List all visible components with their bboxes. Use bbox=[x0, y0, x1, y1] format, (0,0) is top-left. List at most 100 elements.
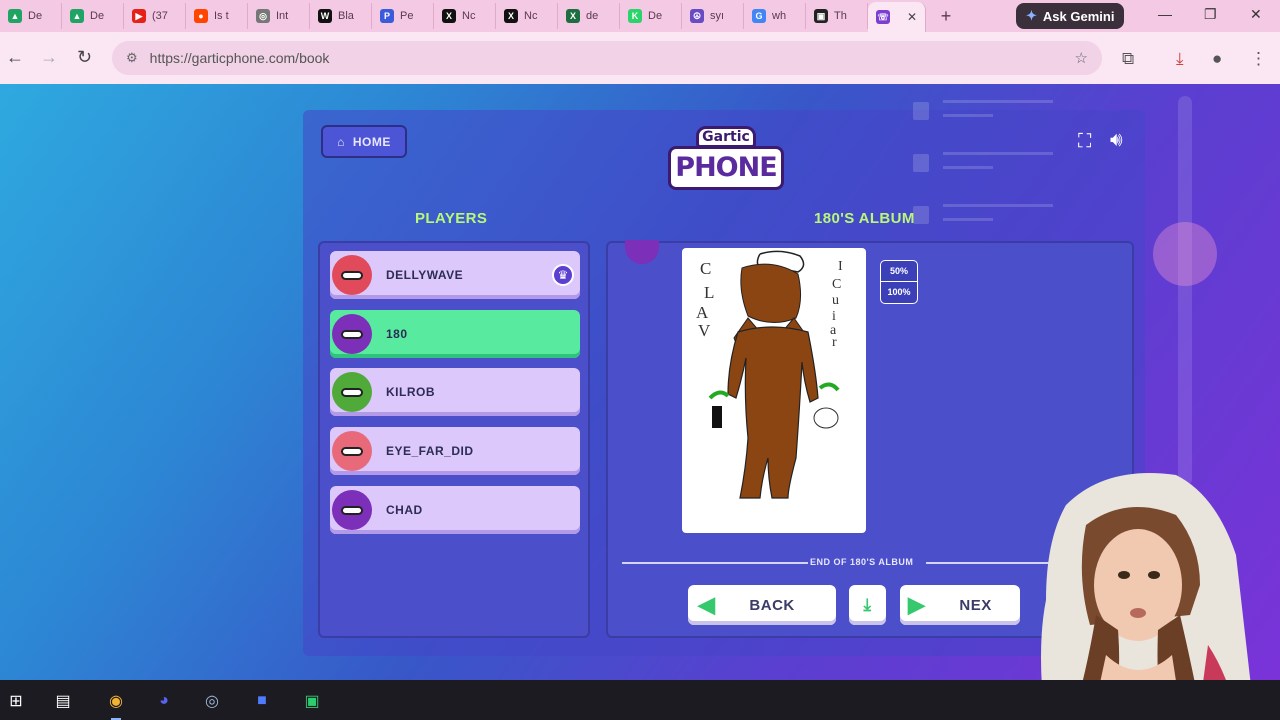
browser-tab[interactable]: ● Is t bbox=[186, 3, 248, 29]
google-drive-icon: ▲ bbox=[70, 9, 84, 23]
browser-tab[interactable]: ☏ ✕ bbox=[868, 2, 926, 32]
player-avatar bbox=[332, 431, 372, 471]
profile-avatar-icon[interactable]: ● bbox=[1212, 49, 1222, 69]
bookmark-star-icon[interactable]: ☆ bbox=[1075, 49, 1088, 67]
drawing-letters-right: I C u i a r bbox=[830, 259, 843, 350]
discord-taskbar-icon[interactable]: ◕ bbox=[151, 688, 177, 714]
gemini-sparkle-icon: ✦ bbox=[1026, 8, 1037, 23]
browser-tab[interactable]: ▣ Th bbox=[806, 3, 868, 29]
player-name: DELLYWAVE bbox=[386, 268, 464, 282]
close-tab-icon[interactable]: ✕ bbox=[907, 10, 917, 24]
site-info-icon[interactable]: ⚙ bbox=[126, 50, 138, 66]
browser-tab[interactable]: ◎ Int bbox=[248, 3, 310, 29]
home-button[interactable]: ⌂ HOME bbox=[321, 125, 407, 158]
arrow-right-icon: ▶ bbox=[908, 592, 926, 617]
menu-dots-icon[interactable]: ⋮ bbox=[1250, 49, 1267, 69]
player-row[interactable]: KILROB bbox=[330, 368, 580, 416]
browser-tab[interactable]: Gwh bbox=[744, 3, 806, 29]
avatar-eyes bbox=[341, 329, 363, 339]
browser-tab-label: wh bbox=[772, 10, 787, 22]
browser-tab-label: Nc bbox=[462, 10, 476, 22]
browser-tab-label: Pe bbox=[400, 10, 414, 22]
logo-top-text: Gartic bbox=[696, 126, 756, 148]
end-of-album-text: END OF 180'S ALBUM bbox=[810, 557, 914, 567]
chrome-taskbar-icon[interactable]: ◉ bbox=[103, 688, 129, 720]
ghost-circle bbox=[1153, 222, 1217, 286]
divider-left bbox=[622, 562, 808, 564]
windows-start-icon[interactable]: ⊞ bbox=[3, 688, 29, 714]
zoom-option-50[interactable]: 50% bbox=[881, 261, 917, 282]
drawing-letter: V bbox=[698, 321, 711, 340]
browser-tab[interactable]: K De bbox=[620, 3, 682, 29]
wix-icon: W bbox=[318, 9, 332, 23]
drawing-letter: C bbox=[700, 259, 711, 278]
excel-icon: X bbox=[566, 9, 580, 23]
player-name: 180 bbox=[386, 327, 408, 341]
players-heading: PLAYERS bbox=[415, 210, 488, 227]
browser-tab-label: Bla bbox=[338, 10, 354, 22]
fullscreen-icon[interactable]: ⛶ bbox=[1078, 131, 1100, 153]
player-name: EYE_FAR_DID bbox=[386, 444, 474, 458]
back-button[interactable]: ◀ BACK bbox=[688, 585, 836, 625]
url-field[interactable]: ⚙ https://garticphone.com/book ☆ bbox=[112, 41, 1102, 75]
google-drive-icon: ▲ bbox=[8, 9, 22, 23]
drawing-letter: I bbox=[838, 259, 843, 274]
browser-tab[interactable]: Xde bbox=[558, 3, 620, 29]
download-icon[interactable]: ⤓ bbox=[1176, 49, 1184, 69]
browser-tab-label: De bbox=[648, 10, 663, 22]
avatar-eyes bbox=[341, 387, 363, 397]
zoom-selector[interactable]: 50% 100% bbox=[880, 260, 918, 304]
reload-icon[interactable]: ↻ bbox=[77, 47, 92, 68]
forward-arrow-icon[interactable]: → bbox=[40, 47, 58, 68]
zoom-option-100[interactable]: 100% bbox=[881, 282, 917, 303]
pdf-icon: P bbox=[380, 9, 394, 23]
volume-icon[interactable]: 🔊︎ bbox=[1110, 129, 1123, 152]
browser-tab[interactable]: ▶ (37 bbox=[124, 3, 186, 29]
steam-taskbar-icon[interactable]: ◎ bbox=[199, 688, 225, 714]
player-name: KILROB bbox=[386, 385, 435, 399]
player-row[interactable]: DELLYWAVE ♛ bbox=[330, 251, 580, 299]
new-tab-button[interactable]: + bbox=[932, 6, 960, 27]
ask-gemini-button[interactable]: ✦ Ask Gemini bbox=[1016, 3, 1125, 29]
player-row[interactable]: 180 bbox=[330, 310, 580, 358]
back-label: BACK bbox=[749, 596, 795, 614]
gartic-phone-logo: Gartic PHONE bbox=[668, 124, 784, 198]
k-icon: K bbox=[628, 9, 642, 23]
restore-icon[interactable]: ❐ bbox=[1204, 6, 1217, 23]
drawing-canvas: C L A V I C u i a r bbox=[696, 250, 843, 499]
download-album-button[interactable]: ⤓ bbox=[849, 585, 886, 625]
garticphone-icon: ☏ bbox=[876, 10, 890, 24]
download-album-icon: ⤓ bbox=[863, 595, 872, 614]
player-avatar bbox=[332, 314, 372, 354]
address-bar: ← → ↻ ⚙ https://garticphone.com/book ☆ ⧉… bbox=[0, 32, 1280, 84]
back-arrow-icon[interactable]: ← bbox=[6, 47, 24, 68]
browser-tab[interactable]: X Nc bbox=[496, 3, 558, 29]
extensions-icon[interactable]: ⧉ bbox=[1122, 49, 1134, 69]
google-icon: G bbox=[752, 9, 766, 23]
browser-tab-label: De bbox=[28, 10, 43, 22]
drawing-letter: u bbox=[832, 293, 839, 308]
browser-tab[interactable]: P Pe bbox=[372, 3, 434, 29]
browser-tab[interactable]: ▲ De bbox=[62, 3, 124, 29]
home-icon: ⌂ bbox=[337, 134, 345, 149]
obs-taskbar-icon[interactable]: ▣ bbox=[299, 688, 325, 714]
youtube-icon: ▶ bbox=[132, 9, 146, 23]
browser-tab-label: de bbox=[586, 10, 599, 22]
browser-tab[interactable]: ☮ syı bbox=[682, 3, 744, 29]
album-heading: 180'S ALBUM bbox=[814, 210, 915, 227]
url-text: https://garticphone.com/book bbox=[149, 50, 330, 66]
close-window-icon[interactable]: ✕ bbox=[1250, 6, 1262, 23]
roblox-taskbar-icon[interactable]: ■ bbox=[249, 688, 275, 714]
player-avatar bbox=[332, 255, 372, 295]
avatar-eyes bbox=[341, 505, 363, 515]
ask-gemini-label: Ask Gemini bbox=[1042, 8, 1115, 24]
minimize-icon[interactable]: — bbox=[1158, 6, 1172, 22]
browser-tab[interactable]: ▲ De bbox=[0, 3, 62, 29]
player-row[interactable]: EYE_FAR_DID bbox=[330, 427, 580, 475]
player-row[interactable]: CHAD bbox=[330, 486, 580, 534]
task-view-icon[interactable]: ▤ bbox=[50, 688, 76, 714]
album-drawing: C L A V I C u i a r bbox=[682, 248, 866, 533]
windows-taskbar: ⊞ ▤ ◉ ◕ ◎ ■ ▣ bbox=[0, 680, 1280, 720]
browser-tab[interactable]: W Bla bbox=[310, 3, 372, 29]
browser-tab[interactable]: X Nc bbox=[434, 3, 496, 29]
